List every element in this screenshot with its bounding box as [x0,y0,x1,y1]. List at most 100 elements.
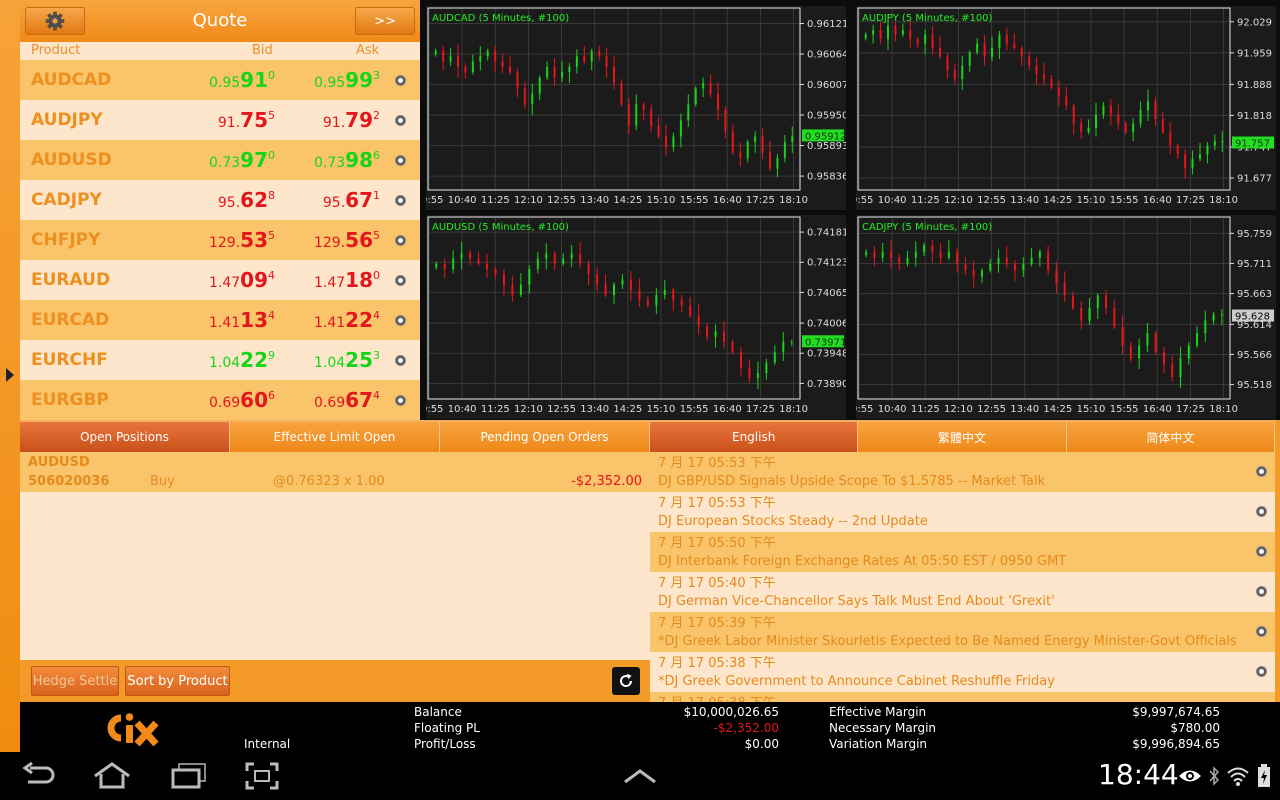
x-tick-label: 14:25 [1043,404,1072,415]
candle-body [939,251,942,258]
detail-icon[interactable] [395,155,406,166]
tab-open-positions[interactable]: Open Positions [20,422,230,452]
candle-body [449,56,452,62]
tab-english[interactable]: English [650,422,859,452]
quote-row[interactable]: EURGBP 0.69606 0.69674 [20,380,420,420]
candle-body [909,30,912,40]
expand-arrow-icon[interactable] [6,368,14,382]
candle-body [672,289,675,301]
detail-icon[interactable] [1256,666,1267,677]
news-time: 7 月 17 05:53 下午 [658,496,776,511]
recent-apps-icon[interactable] [170,762,208,790]
candle-body [1161,118,1164,133]
x-tick-label: 14:25 [613,195,642,206]
news-item[interactable]: 7 月 17 05:50 下午 DJ Interbank Foreign Exch… [650,532,1275,572]
news-item[interactable]: 7 月 17 05:38 下午 *DJ Greek Government to A… [650,652,1275,692]
next-page-button[interactable]: >> [355,7,415,35]
position-row[interactable]: AUDUSD 506020036 Buy @0.76323 x 1.00 -$2… [20,452,650,492]
candle-body [687,104,690,121]
ask-price-fraction: 6 [373,149,380,162]
detail-icon[interactable] [395,115,406,126]
x-tick-label: 11:25 [481,195,510,206]
screenshot-icon[interactable] [245,762,279,790]
quote-row[interactable]: EURCAD 1.41134 1.41224 [20,300,420,340]
back-icon[interactable] [22,762,58,790]
detail-icon[interactable] [395,355,406,366]
candle-body [583,56,586,62]
candle-body [953,70,956,80]
chart-title: AUDJPY (5 Minutes, #100) [862,13,993,24]
news-panel: English 繁體中文 简体中文 7 月 17 05:53 下午 DJ GBP/… [650,420,1275,702]
detail-icon[interactable] [1256,466,1267,477]
news-item[interactable]: 7 月 17 05:53 下午 DJ GBP/USD Signals Upside… [650,452,1275,492]
home-icon[interactable] [92,762,132,790]
quote-row[interactable]: AUDUSD 0.73970 0.73986 [20,140,420,180]
refresh-button[interactable] [612,667,640,695]
candle-body [1035,65,1038,75]
detail-icon[interactable] [1256,506,1267,517]
chart-cadjpy[interactable]: 09:55 10:40 11:25 12:10 12:55 13:40 14:25 15:10… [856,215,1276,419]
bid-price-pips: 13 [240,308,268,332]
menu-up-icon[interactable] [623,768,657,784]
quote-symbol: AUDCAD [31,70,112,90]
news-item[interactable]: 7 月 17 05:38 下午 [650,692,1275,702]
side-drawer-handle[interactable] [0,0,20,752]
quote-row[interactable]: CADJPY 95.628 95.671 [20,180,420,220]
detail-icon[interactable] [395,75,406,86]
chart-audcad[interactable]: 09:55 10:40 11:25 12:10 12:55 13:40 14:25 15:10… [426,6,846,210]
news-item[interactable]: 7 月 17 05:40 下午 DJ German Vice-Chancellor… [650,572,1275,612]
bid-price-pips: 22 [240,348,268,372]
detail-icon[interactable] [395,275,406,286]
news-item[interactable]: 7 月 17 05:39 下午 *DJ Greek Labor Minister … [650,612,1275,652]
position-symbol: AUDUSD [28,455,90,470]
chart-audusd[interactable]: 09:55 10:40 11:25 12:10 12:55 13:40 14:25 15:10… [426,215,846,419]
ask-price: 129.565 [314,228,380,252]
sort-by-product-button[interactable]: Sort by Product [125,666,230,696]
candle-body [1220,314,1223,316]
charts-panel: 09:55 10:40 11:25 12:10 12:55 13:40 14:25 15:10… [420,0,1280,420]
candle-body [596,274,599,285]
tab-pending-open-orders[interactable]: Pending Open Orders [440,422,650,452]
quote-row[interactable]: EURCHF 1.04229 1.04253 [20,340,420,380]
tab-simplified-chinese[interactable]: 简体中文 [1066,422,1275,452]
y-tick-label: 91.677 [1237,174,1272,185]
bid-price: 0.73970 [209,148,275,172]
candle-body [613,66,615,83]
candle-body [1206,145,1209,155]
ask-price-pips: 18 [345,268,373,292]
chart-audjpy[interactable]: 09:55 10:40 11:25 12:10 12:55 13:40 14:25 15:10… [856,6,1276,210]
x-tick-label: 09:55 [426,195,443,206]
candle-body [765,362,768,373]
candle-body [1063,282,1066,296]
bid-price-prefix: 0.95 [208,75,241,91]
x-tick-label: 10:40 [878,404,907,415]
y-tick-label: 95.566 [1237,350,1272,361]
tab-traditional-chinese[interactable]: 繁體中文 [858,422,1067,452]
x-tick-label: 18:10 [1209,195,1238,206]
quote-row[interactable]: AUDJPY 91.755 91.792 [20,100,420,140]
candle-body [613,284,615,295]
necessary-margin-label: Necessary Margin [829,721,937,735]
bid-price-pips: 91 [240,68,268,92]
detail-icon[interactable] [395,395,406,406]
news-item[interactable]: 7 月 17 05:53 下午 DJ European Stocks Steady… [650,492,1275,532]
quote-row[interactable]: AUDCAD 0.95910 0.95993 [20,60,420,100]
candle-body [709,82,712,94]
quote-row[interactable]: EURAUD 1.47094 1.47180 [20,260,420,300]
candle-body [1204,320,1207,334]
detail-icon[interactable] [395,235,406,246]
quote-row[interactable]: CHFJPY 129.535 129.565 [20,220,420,260]
detail-icon[interactable] [395,195,406,206]
candle-body [1057,87,1060,97]
candle-body [790,341,793,343]
hedge-settle-button[interactable]: Hedge Settle [31,666,119,696]
detail-icon[interactable] [1256,586,1267,597]
tab-effective-limit-open[interactable]: Effective Limit Open [230,422,440,452]
detail-icon[interactable] [395,315,406,326]
bid-price-prefix: 95. [217,195,241,211]
x-tick-label: 09:55 [856,404,873,415]
candle-body [679,120,682,137]
candle-body [906,257,909,265]
detail-icon[interactable] [1256,626,1267,637]
detail-icon[interactable] [1256,546,1267,557]
